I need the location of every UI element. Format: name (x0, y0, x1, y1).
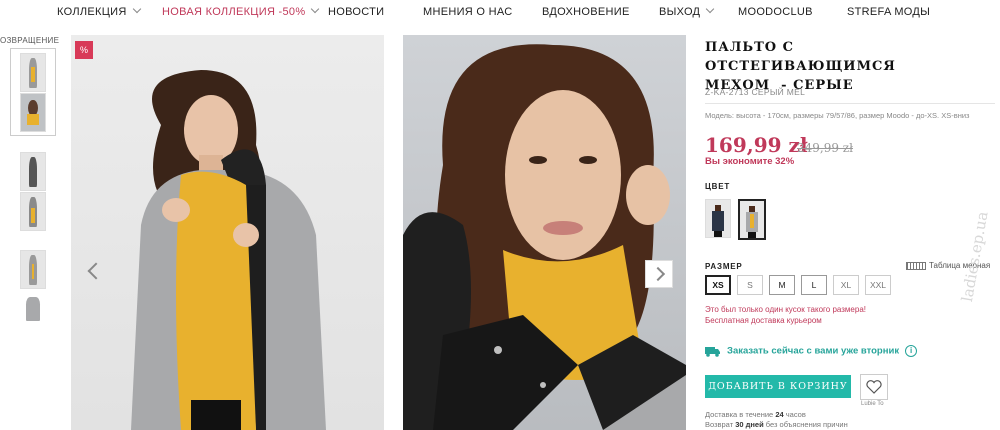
nav-item-fashion-zone[interactable]: STREFA МОДЫ (847, 6, 930, 18)
add-to-cart-button[interactable]: ДОБАВИТЬ В КОРЗИНУ (705, 375, 851, 398)
nav-item-new-collection[interactable]: НОВАЯ КОЛЛЕКЦИЯ -50% (162, 4, 320, 18)
watermark: ladies.ep.ua (958, 210, 992, 304)
closeup-illustration (403, 44, 686, 430)
nav-item-reviews[interactable]: МНЕНИЯ О НАС (423, 6, 513, 18)
product-photo-closeup[interactable] (403, 35, 686, 430)
nav-item-collection[interactable]: КОЛЛЕКЦИЯ (57, 4, 141, 18)
top-navigation: КОЛЛЕКЦИЯ НОВАЯ КОЛЛЕКЦИЯ -50% НОВОСТИ М… (0, 0, 1000, 26)
model-info: Модель: высота - 170см, размеры 79/57/86… (705, 111, 970, 120)
next-image-arrow[interactable] (645, 260, 673, 288)
nav-item-news[interactable]: НОВОСТИ (328, 6, 384, 18)
delivery-info: Заказать сейчас с вами уже вторник i (705, 345, 918, 357)
product-sku: Z-KA-2713 СЕРЫЙ MEL (705, 87, 806, 97)
nav-item-outlet[interactable]: ВЫХОД (659, 4, 715, 18)
size-option-xs[interactable]: XS (705, 275, 731, 295)
product-photo-main[interactable] (71, 35, 384, 430)
old-price: 249,99 zł (797, 141, 854, 155)
back-link[interactable]: ОЗВРАЩЕНИЕ (0, 36, 59, 45)
heart-icon (866, 380, 882, 394)
stock-warning: Это был только один кусок такого размера… (705, 305, 866, 325)
saving-text: Вы экономите 32% (705, 156, 795, 167)
color-swatch-navy[interactable] (705, 199, 731, 238)
chevron-down-icon (311, 4, 320, 14)
thumbnail-1[interactable] (20, 53, 46, 92)
discount-badge: % (75, 41, 93, 59)
truck-icon (705, 346, 720, 357)
shipping-returns-info: Доставка в течение 24 часов Возврат 30 д… (705, 410, 848, 429)
thumbnail-5[interactable] (20, 250, 46, 289)
size-option-xxl[interactable]: XXL (865, 275, 891, 295)
color-swatch-grey-selected[interactable] (738, 199, 766, 240)
size-label: РАЗМЕР (705, 262, 743, 271)
color-label: ЦВЕТ (705, 182, 731, 191)
nav-item-moodoclub[interactable]: MOODOCLUB (738, 6, 813, 18)
model-illustration (131, 70, 326, 430)
divider (705, 103, 995, 104)
size-option-l[interactable]: L (801, 275, 827, 295)
ruler-icon (906, 261, 926, 270)
current-price: 169,99 zł (705, 133, 808, 157)
thumbnail-3[interactable] (20, 152, 46, 191)
wishlist-label: Lubie To (861, 401, 884, 407)
thumbnail-4[interactable] (20, 192, 46, 231)
thumbnail-2[interactable] (20, 93, 46, 132)
chevron-down-icon (132, 4, 141, 14)
chevron-down-icon (706, 4, 715, 14)
info-icon[interactable]: i (905, 345, 918, 357)
thumbnail-6[interactable] (20, 293, 46, 325)
size-option-s[interactable]: S (737, 275, 763, 295)
wishlist-button[interactable] (860, 374, 888, 400)
size-option-xl[interactable]: XL (833, 275, 859, 295)
nav-item-inspiration[interactable]: ВДОХНОВЕНИЕ (542, 6, 630, 18)
size-option-m[interactable]: M (769, 275, 795, 295)
